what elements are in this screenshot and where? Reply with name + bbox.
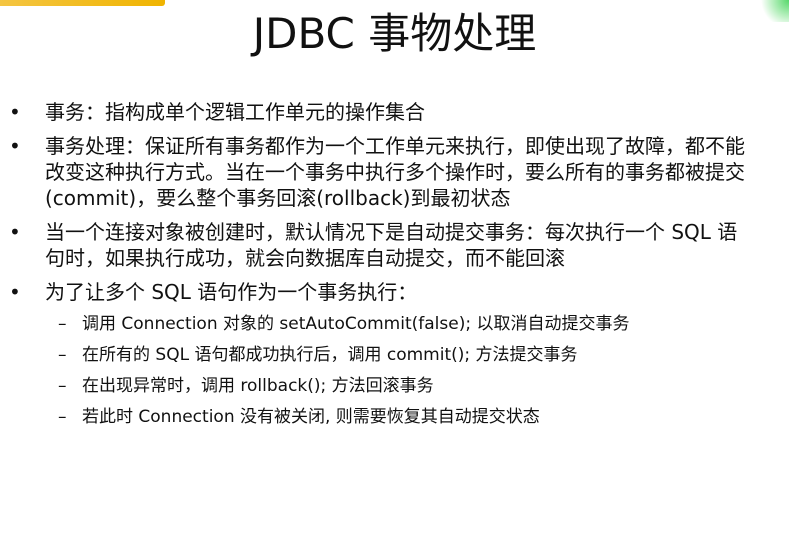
- bullet-text: 当一个连接对象被创建时，默认情况下是自动提交事务：每次执行一个 SQL 语句时，…: [45, 220, 738, 270]
- sub-bullet-text: 在出现异常时，调用 rollback(); 方法回滚事务: [82, 376, 434, 396]
- bullet-list: • 事务：指构成单个逻辑工作单元的操作集合 • 事务处理：保证所有事务都作为一个…: [0, 99, 789, 441]
- sub-bullet-item: – 若此时 Connection 没有被关闭, 则需要恢复其自动提交状态: [45, 402, 755, 433]
- bullet-text: 事务处理：保证所有事务都作为一个工作单元来执行，即使出现了故障，都不能改变这种执…: [45, 134, 745, 210]
- sub-bullet-marker: –: [58, 407, 67, 427]
- bullet-text: 为了让多个 SQL 语句作为一个事务执行：: [45, 280, 418, 304]
- bullet-item: • 当一个连接对象被创建时，默认情况下是自动提交事务：每次执行一个 SQL 语句…: [0, 219, 755, 271]
- sub-bullet-item: – 在出现异常时，调用 rollback(); 方法回滚事务: [45, 371, 755, 402]
- sub-bullet-marker: –: [58, 376, 67, 396]
- sub-bullet-text: 若此时 Connection 没有被关闭, 则需要恢复其自动提交状态: [82, 407, 540, 427]
- sub-bullet-marker: –: [58, 314, 67, 334]
- bullet-item: • 事务：指构成单个逻辑工作单元的操作集合: [0, 99, 755, 125]
- bullet-marker: •: [9, 220, 21, 244]
- bullet-item: • 为了让多个 SQL 语句作为一个事务执行： – 调用 Connection …: [0, 279, 755, 433]
- sub-bullet-item: – 在所有的 SQL 语句都成功执行后，调用 commit(); 方法提交事务: [45, 340, 755, 371]
- sub-bullet-text: 调用 Connection 对象的 setAutoCommit(false); …: [82, 314, 630, 334]
- sub-bullet-marker: –: [58, 345, 67, 365]
- watermark-logo: [0, 0, 165, 6]
- slide-title: JDBC 事物处理: [252, 9, 537, 58]
- slide: JDBC 事物处理 • 事务：指构成单个逻辑工作单元的操作集合 • 事务处理：保…: [0, 0, 789, 551]
- sub-bullet-list: – 调用 Connection 对象的 setAutoCommit(false)…: [45, 309, 755, 433]
- sub-bullet-text: 在所有的 SQL 语句都成功执行后，调用 commit(); 方法提交事务: [82, 345, 578, 365]
- sub-bullet-item: – 调用 Connection 对象的 setAutoCommit(false)…: [45, 309, 755, 340]
- bullet-marker: •: [9, 134, 21, 158]
- bullet-marker: •: [9, 280, 21, 304]
- bullet-item: • 事务处理：保证所有事务都作为一个工作单元来执行，即使出现了故障，都不能改变这…: [0, 133, 755, 211]
- bullet-marker: •: [9, 100, 21, 124]
- bullet-text: 事务：指构成单个逻辑工作单元的操作集合: [45, 100, 425, 124]
